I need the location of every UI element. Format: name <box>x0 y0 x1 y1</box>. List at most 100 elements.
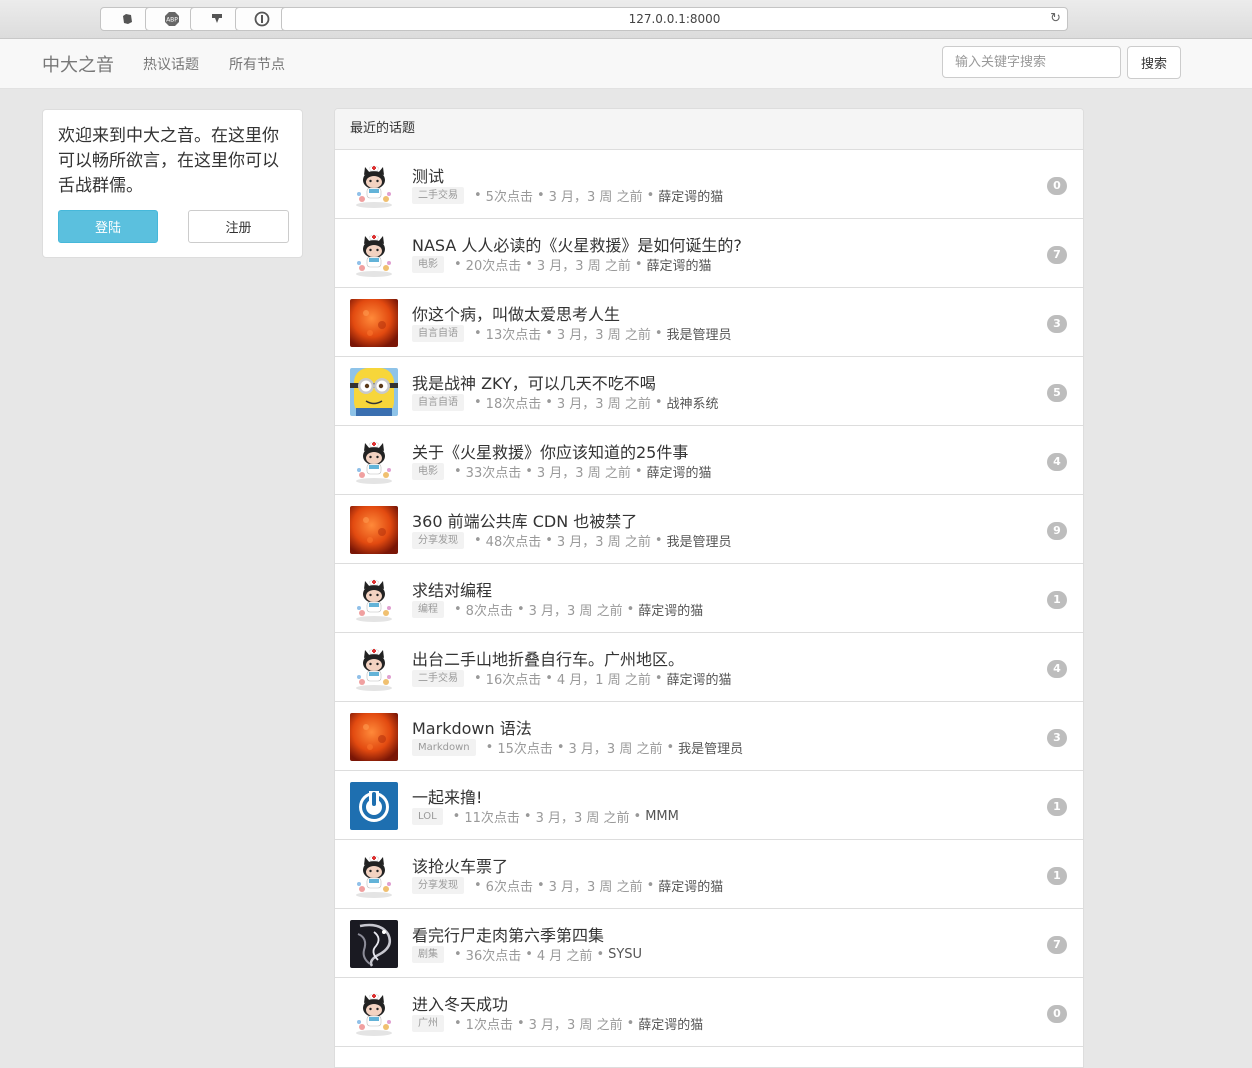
topic-title[interactable]: Markdown 语法 <box>412 715 532 739</box>
meta-separator: • <box>474 395 482 410</box>
topic-title[interactable]: 该抢火车票了 <box>412 853 508 877</box>
avatar[interactable] <box>350 575 398 623</box>
author-link[interactable]: 薛定谔的猫 <box>638 1014 703 1033</box>
author-link[interactable]: 我是管理员 <box>667 531 732 550</box>
reply-count-badge: 3 <box>1047 315 1067 333</box>
topic-title[interactable]: 你这个病，叫做太爱思考人生 <box>412 301 620 325</box>
node-badge[interactable]: 分享发现 <box>412 877 464 894</box>
meta-separator: • <box>474 188 482 203</box>
node-badge[interactable]: LOL <box>412 808 443 825</box>
node-badge[interactable]: 电影 <box>412 256 444 273</box>
reply-count-badge: 0 <box>1047 1005 1067 1023</box>
author-link[interactable]: MMM <box>645 809 679 824</box>
meta-separator: • <box>474 326 482 341</box>
topic-title[interactable]: 出台二手山地折叠自行车。广州地区。 <box>412 646 684 670</box>
topic-title[interactable]: 关于《火星救援》你应该知道的25件事 <box>412 439 688 463</box>
meta-separator: • <box>654 326 663 341</box>
topic-row[interactable]: 该抢火车票了 分享发现 • 6次点击 • 3 月，3 周 之前 • 薛定谔的猫 1 <box>335 840 1083 909</box>
topic-row[interactable]: Markdown 语法 Markdown • 15次点击 • 3 月，3 周 之前 • 我是管… <box>335 702 1083 771</box>
nav-link-hot-topics[interactable]: 热议话题 <box>143 54 199 74</box>
welcome-panel: 欢迎来到中大之音。在这里你可以畅所欲言，在这里你可以舌战群儒。 登陆 注册 <box>42 109 303 258</box>
node-badge[interactable]: 编程 <box>412 601 444 618</box>
browser-toolbar: ABP 127.0.0.1:8000 ↻ <box>0 0 1252 39</box>
topic-meta: 编程 • 8次点击 • 3 月，3 周 之前 • 薛定谔的猫 <box>412 600 703 619</box>
meta-separator: • <box>516 1016 525 1031</box>
topic-meta: 二手交易 • 5次点击 • 3 月，3 周 之前 • 薛定谔的猫 <box>412 186 723 205</box>
node-badge[interactable]: 自言自语 <box>412 325 464 342</box>
topic-meta: 分享发现 • 48次点击 • 3 月，3 周 之前 • 我是管理员 <box>412 531 732 550</box>
author-link[interactable]: 薛定谔的猫 <box>647 462 712 481</box>
topic-title[interactable]: 进入冬天成功 <box>412 991 508 1015</box>
avatar[interactable] <box>350 230 398 278</box>
topic-row[interactable]: 一起来撸! LOL • 11次点击 • 3 月，3 周 之前 • MMM 1 <box>335 771 1083 840</box>
reload-icon[interactable]: ↻ <box>1050 8 1061 30</box>
site-brand[interactable]: 中大之音 <box>42 51 114 77</box>
topic-meta: 自言自语 • 18次点击 • 3 月，3 周 之前 • 战神系统 <box>412 393 719 412</box>
node-badge[interactable]: Markdown <box>412 739 476 756</box>
meta-separator: • <box>536 878 545 893</box>
avatar[interactable] <box>350 851 398 899</box>
author-link[interactable]: 我是管理员 <box>667 324 732 343</box>
author-link[interactable]: 薛定谔的猫 <box>658 186 723 205</box>
avatar[interactable] <box>350 161 398 209</box>
author-link[interactable]: SYSU <box>608 947 642 962</box>
topic-title[interactable]: 一起来撸! <box>412 784 482 808</box>
topic-title[interactable]: 测试 <box>412 163 444 187</box>
node-badge[interactable]: 电影 <box>412 463 444 480</box>
avatar[interactable] <box>350 644 398 692</box>
avatar[interactable] <box>350 713 398 761</box>
topic-row[interactable]: 测试 二手交易 • 5次点击 • 3 月，3 周 之前 • 薛定谔的猫 0 <box>335 150 1083 219</box>
topic-title[interactable]: 我是战神 ZKY，可以几天不吃不喝 <box>412 370 656 394</box>
author-link[interactable]: 我是管理员 <box>678 738 743 757</box>
login-button[interactable]: 登陆 <box>58 210 158 243</box>
topic-title[interactable]: NASA 人人必读的《火星救援》是如何诞生的? <box>412 232 742 256</box>
meta-separator: • <box>454 1016 462 1031</box>
topic-row[interactable]: 关于《火星救援》你应该知道的25件事 电影 • 33次点击 • 3 月，3 周 之前 • 薛定… <box>335 426 1083 495</box>
meta-separator: • <box>646 188 655 203</box>
avatar[interactable] <box>350 437 398 485</box>
node-badge[interactable]: 剧集 <box>412 946 444 963</box>
click-count: 20次点击 <box>465 259 522 274</box>
topic-row[interactable]: 你这个病，叫做太爱思考人生 自言自语 • 13次点击 • 3 月，3 周 之前 • 我是管理员… <box>335 288 1083 357</box>
topic-row[interactable]: 360 前端公共库 CDN 也被禁了 分享发现 • 48次点击 • 3 月，3 周 之前 •… <box>335 495 1083 564</box>
node-badge[interactable]: 分享发现 <box>412 532 464 549</box>
topic-row[interactable]: 出台二手山地折叠自行车。广州地区。 二手交易 • 16次点击 • 4 月，1 周 之前 • 薛… <box>335 633 1083 702</box>
meta-separator: • <box>666 740 675 755</box>
avatar[interactable] <box>350 920 398 968</box>
search-button[interactable]: 搜索 <box>1127 46 1181 79</box>
author-link[interactable]: 薛定谔的猫 <box>638 600 703 619</box>
address-bar[interactable]: 127.0.0.1:8000 ↻ <box>281 7 1068 31</box>
meta-separator: • <box>634 257 643 272</box>
post-time: 3 月，3 周 之前 <box>556 397 651 412</box>
topic-row[interactable]: 我是战神 ZKY，可以几天不吃不喝 自言自语 • 18次点击 • 3 月，3 周 之前 • 战… <box>335 357 1083 426</box>
avatar[interactable] <box>350 506 398 554</box>
topic-title[interactable]: 求结对编程 <box>412 577 492 601</box>
node-badge[interactable]: 自言自语 <box>412 394 464 411</box>
avatar[interactable] <box>350 782 398 830</box>
meta-separator: • <box>525 464 533 479</box>
reply-count-badge: 4 <box>1047 453 1067 471</box>
topic-row[interactable]: NASA 人人必读的《火星救援》是如何诞生的? 电影 • 20次点击 • 3 月，3 周 … <box>335 219 1083 288</box>
author-link[interactable]: 薛定谔的猫 <box>647 255 712 274</box>
topic-row[interactable]: 求结对编程 编程 • 8次点击 • 3 月，3 周 之前 • 薛定谔的猫 1 <box>335 564 1083 633</box>
register-button[interactable]: 注册 <box>188 210 289 243</box>
node-badge[interactable]: 二手交易 <box>412 670 464 687</box>
author-link[interactable]: 薛定谔的猫 <box>667 669 732 688</box>
topic-meta: 自言自语 • 13次点击 • 3 月，3 周 之前 • 我是管理员 <box>412 324 732 343</box>
node-badge[interactable]: 广州 <box>412 1015 444 1032</box>
node-badge[interactable]: 二手交易 <box>412 187 464 204</box>
topic-row[interactable]: 进入冬天成功 广州 • 1次点击 • 3 月，3 周 之前 • 薛定谔的猫 0 <box>335 978 1083 1047</box>
avatar[interactable] <box>350 368 398 416</box>
topic-row[interactable]: 看完行尸走肉第六季第四集 剧集 • 36次点击 • 4 月 之前 • SYSU 7 <box>335 909 1083 978</box>
nav-link-all-nodes[interactable]: 所有节点 <box>229 54 285 74</box>
avatar[interactable] <box>350 299 398 347</box>
meta-separator: • <box>654 671 663 686</box>
topic-title[interactable]: 看完行尸走肉第六季第四集 <box>412 922 604 946</box>
evernote-icon <box>123 14 132 24</box>
author-link[interactable]: 战神系统 <box>667 393 719 412</box>
avatar[interactable] <box>350 989 398 1037</box>
search-input[interactable] <box>942 46 1121 78</box>
author-link[interactable]: 薛定谔的猫 <box>658 876 723 895</box>
meta-separator: • <box>454 602 462 617</box>
topic-title[interactable]: 360 前端公共库 CDN 也被禁了 <box>412 508 637 532</box>
